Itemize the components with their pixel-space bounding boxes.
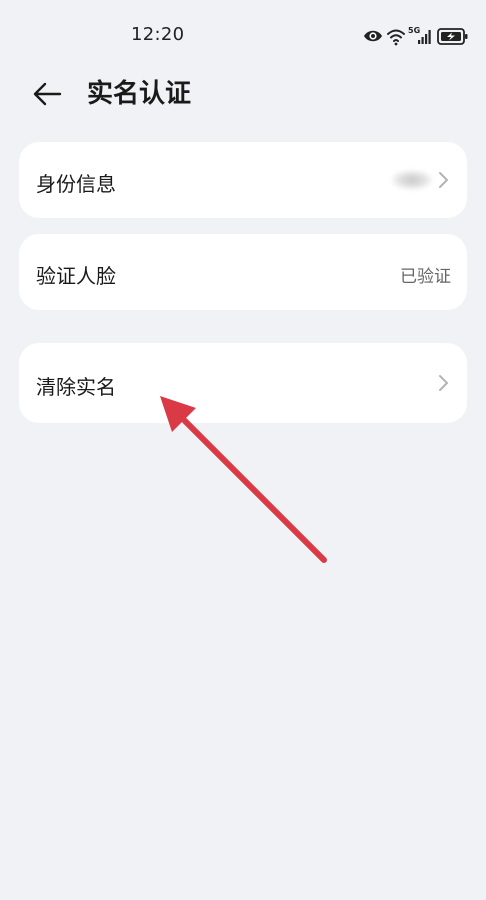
status-icons: 5G (364, 26, 468, 46)
clear-real-name-label: 清除实名 (36, 375, 116, 399)
back-button[interactable] (30, 76, 66, 112)
wifi-icon (387, 29, 405, 42)
obscured-identity-value (391, 170, 433, 190)
chevron-right-icon (439, 375, 448, 391)
header: 实名认证 (0, 70, 486, 120)
eye-icon (364, 30, 382, 42)
face-verification-label: 验证人脸 (36, 264, 116, 288)
clear-real-name-row[interactable]: 清除实名 (19, 343, 467, 423)
status-bar: 12:20 5G (0, 0, 486, 64)
network-type-label: 5G (408, 26, 420, 35)
annotation-arrow (160, 396, 327, 563)
battery-icon (437, 28, 468, 45)
identity-info-label: 身份信息 (36, 172, 116, 196)
status-time: 12:20 (131, 24, 185, 45)
identity-info-row[interactable]: 身份信息 (19, 142, 467, 218)
back-arrow-icon (33, 82, 62, 106)
face-verification-row[interactable]: 验证人脸 已验证 (19, 234, 467, 310)
page-title: 实名认证 (87, 79, 192, 109)
face-verification-status: 已验证 (400, 267, 451, 287)
chevron-right-icon (439, 172, 448, 188)
